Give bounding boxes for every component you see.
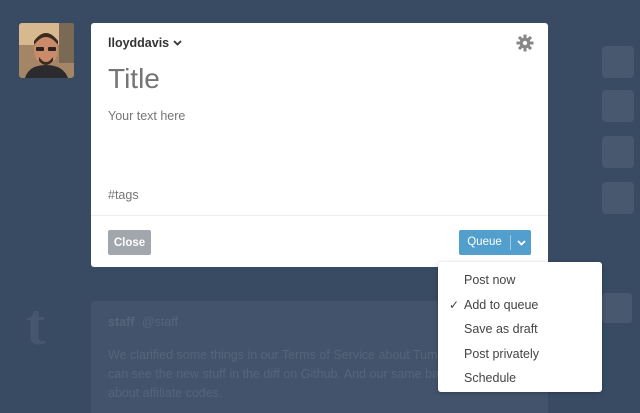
menu-item-save-as-draft[interactable]: Save as draft [438,317,602,342]
menu-item-add-to-queue[interactable]: ✓ Add to queue [438,293,602,318]
tumblr-logo-icon: t [26,292,46,357]
gear-icon[interactable] [516,34,534,52]
menu-item-post-privately[interactable]: Post privately [438,342,602,367]
menu-item-label: Post privately [464,346,540,361]
checkmark-icon: ✓ [449,297,460,312]
recommended-blog-avatar [602,46,634,78]
chevron-down-icon [516,239,526,246]
menu-item-post-now[interactable]: Post now [438,268,602,293]
blog-selector[interactable]: lloyddavis [108,36,182,50]
close-button[interactable]: Close [108,230,151,255]
post-options-toggle[interactable] [511,230,531,255]
avatar [19,23,74,78]
queue-button[interactable]: Queue [459,230,510,255]
recommended-follow-button [602,293,632,323]
post-body-input[interactable] [108,109,528,179]
post-title-input[interactable] [108,63,508,95]
recommended-blog-avatar [602,90,634,122]
post-options-menu: Post now ✓ Add to queue Save as draft Po… [438,262,602,392]
background-post-handle: @staff [141,315,178,329]
post-composer: lloyddavis Close Queue [91,23,548,267]
menu-item-label: Schedule [464,371,517,385]
tags-input[interactable] [108,188,408,202]
chevron-down-icon [173,40,182,46]
background-post-author: staff [108,315,135,329]
menu-item-label: Save as draft [464,322,538,336]
menu-item-label: Add to queue [464,297,539,312]
recommended-blog-avatar [602,136,634,168]
menu-item-schedule[interactable]: Schedule [438,366,602,391]
queue-split-button: Queue [459,230,531,255]
composer-footer: Close Queue [91,215,548,267]
blog-name: lloyddavis [108,36,170,50]
recommended-blog-avatar [602,182,634,214]
avatar-photo [19,23,74,78]
menu-item-label: Post now [464,273,516,287]
